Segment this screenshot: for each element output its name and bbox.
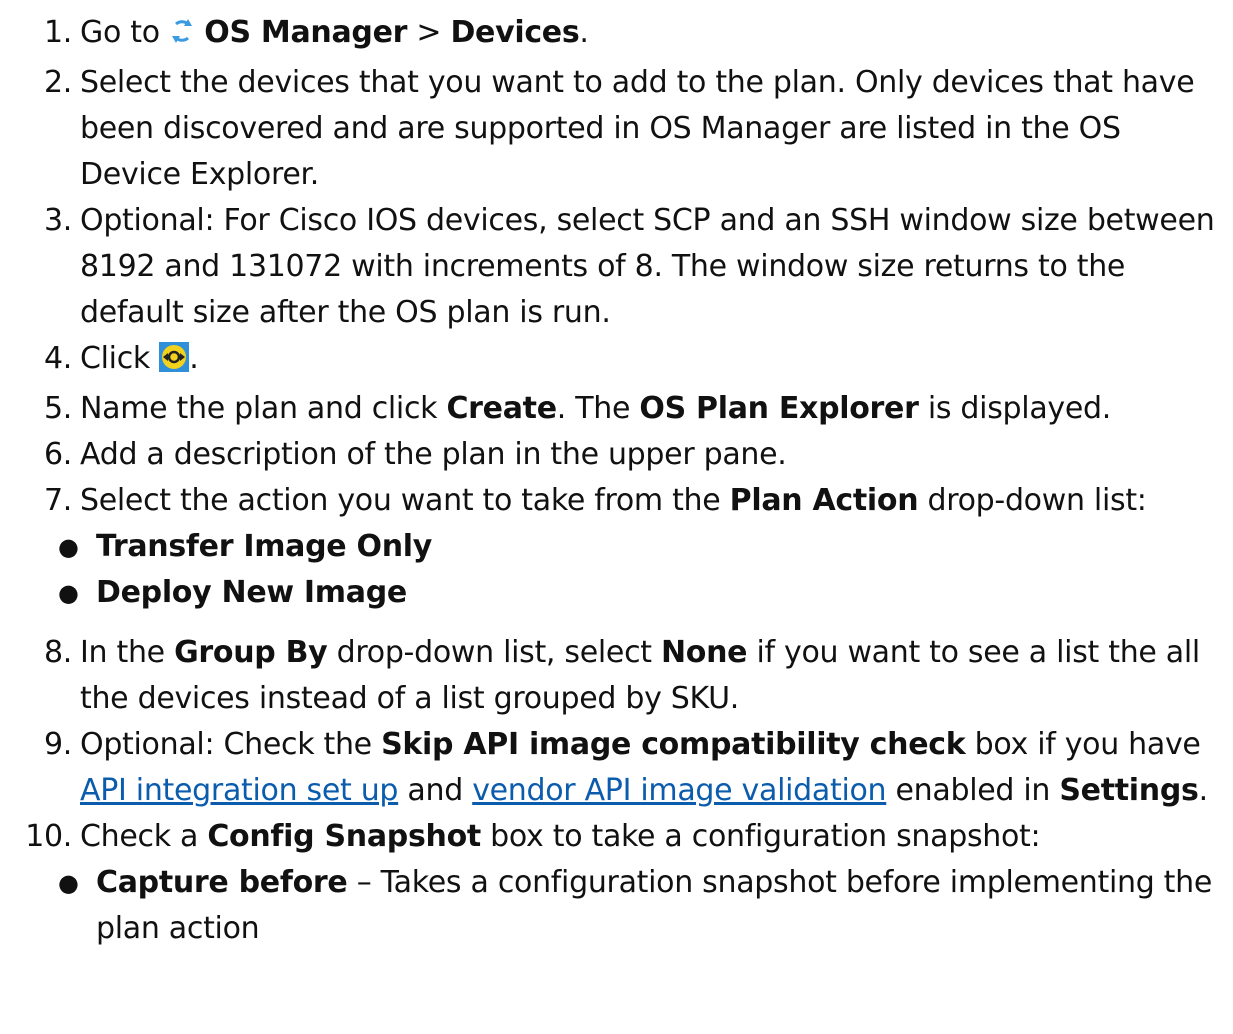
punct: . — [189, 341, 199, 376]
option-deploy-new-image: ● Deploy New Image — [0, 570, 1227, 616]
steps-list: 1. Go to OS Manager > Devices. 2. Select… — [0, 10, 1233, 952]
step-text: Click — [80, 341, 160, 376]
step-text: Select the devices that you want to add … — [80, 65, 1195, 192]
step-number: 6. — [43, 437, 72, 472]
option-transfer-image-only: ● Transfer Image Only — [0, 524, 1227, 570]
refresh-arrows-icon — [169, 14, 195, 60]
bullet: ● — [58, 579, 79, 607]
step-6: 6. Add a description of the plan in the … — [0, 432, 1233, 478]
step-number: 9. — [43, 727, 72, 762]
step-number: 8. — [43, 635, 72, 670]
api-integration-link[interactable]: API integration set up — [80, 773, 398, 808]
settings-label: Settings — [1059, 773, 1199, 808]
step-number: 7. — [43, 483, 72, 518]
step-text: Name the plan and click — [80, 391, 447, 426]
step-text: . The — [556, 391, 640, 426]
step-text: Optional: Check the — [80, 727, 382, 762]
step-4: 4. Click . — [0, 336, 1233, 386]
step-number: 3. — [43, 203, 72, 238]
bullet: ● — [58, 533, 79, 561]
step-10: 10. Check a Config Snapshot box to take … — [0, 814, 1233, 952]
step-5: 5. Name the plan and click Create. The O… — [0, 386, 1233, 432]
config-snapshot-label: Config Snapshot — [207, 819, 481, 854]
plan-action-options: ● Transfer Image Only ● Deploy New Image — [0, 524, 1227, 616]
step-3: 3. Optional: For Cisco IOS devices, sele… — [0, 198, 1233, 336]
step-text: In the — [80, 635, 175, 670]
step-text: is displayed. — [918, 391, 1111, 426]
punct: . — [579, 15, 589, 50]
step-8: 8. In the Group By drop-down list, selec… — [0, 630, 1233, 722]
create-label: Create — [446, 391, 557, 426]
plan-action-label: Plan Action — [729, 483, 919, 518]
step-text: drop-down list: — [918, 483, 1147, 518]
punct: . — [1198, 773, 1209, 808]
step-number: 4. — [43, 341, 72, 376]
step-text: Add a description of the plan in the upp… — [80, 437, 787, 472]
step-text: Select the action you want to take from … — [80, 483, 730, 518]
step-text: and — [398, 773, 473, 808]
step-number: 5. — [43, 391, 72, 426]
skip-api-check-label: Skip API image compatibility check — [381, 727, 966, 762]
step-1: 1. Go to OS Manager > Devices. — [0, 10, 1233, 60]
step-text: drop-down list, select — [327, 635, 661, 670]
step-number: 10. — [25, 819, 72, 854]
create-plan-icon — [159, 340, 190, 386]
option-capture-before: ● Capture before – Takes a configuration… — [0, 860, 1227, 952]
snapshot-options: ● Capture before – Takes a configuration… — [0, 860, 1227, 952]
step-9: 9. Optional: Check the Skip API image co… — [0, 722, 1233, 814]
option-label: Transfer Image Only — [96, 529, 432, 564]
step-text: Go to — [80, 15, 169, 50]
bullet: ● — [58, 869, 79, 897]
step-number: 1. — [43, 15, 72, 50]
step-text: enabled in — [886, 773, 1060, 808]
group-by-label: Group By — [174, 635, 328, 670]
step-text: Optional: For Cisco IOS devices, select … — [80, 203, 1215, 330]
vendor-api-validation-link[interactable]: vendor API image validation — [472, 773, 886, 808]
separator: > — [407, 15, 451, 50]
option-label: Capture before — [96, 865, 348, 900]
step-number: 2. — [43, 65, 72, 100]
option-label: Deploy New Image — [96, 575, 407, 610]
instructions-page: 1. Go to OS Manager > Devices. 2. Select… — [0, 0, 1233, 1034]
step-text: Check a — [80, 819, 208, 854]
os-plan-explorer-label: OS Plan Explorer — [639, 391, 919, 426]
step-text: box if you have — [965, 727, 1201, 762]
none-label: None — [660, 635, 748, 670]
step-7: 7. Select the action you want to take fr… — [0, 478, 1233, 630]
menu-devices: Devices — [450, 15, 580, 50]
step-2: 2. Select the devices that you want to a… — [0, 60, 1233, 198]
step-text: box to take a configuration snapshot: — [480, 819, 1041, 854]
menu-os-manager: OS Manager — [204, 15, 408, 50]
